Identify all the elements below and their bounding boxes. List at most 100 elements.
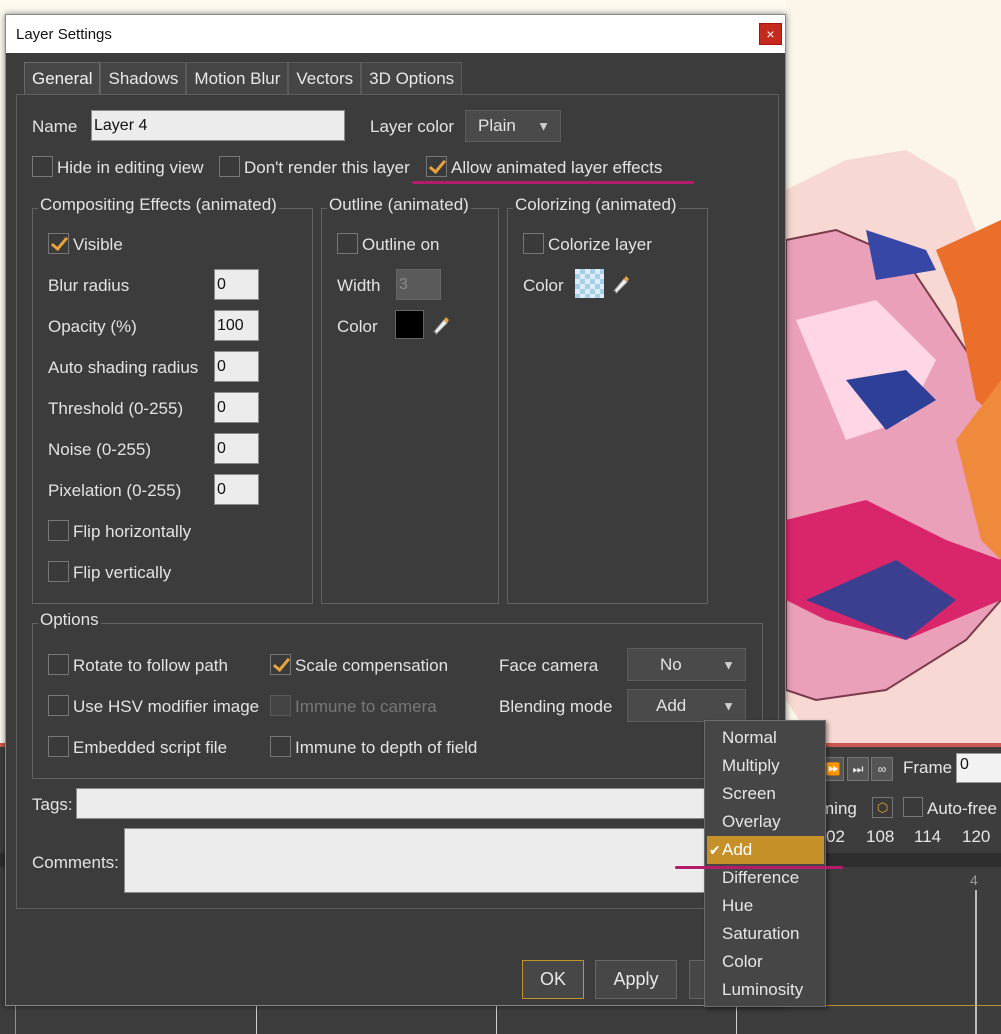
visible-label: Visible bbox=[73, 235, 123, 254]
outline-group: Outline (animated) bbox=[321, 195, 499, 604]
rotate-path-label: Rotate to follow path bbox=[73, 656, 228, 675]
loop-icon[interactable]: ∞ bbox=[871, 757, 893, 781]
frame-label: Frame bbox=[903, 758, 953, 777]
flip-horizontally-label: Flip horizontally bbox=[73, 522, 192, 541]
eyedropper-icon[interactable] bbox=[610, 273, 632, 295]
flip-vertically-checkbox[interactable] bbox=[48, 561, 69, 582]
blending-mode-menu: Normal Multiply Screen Overlay ✔ Add Dif… bbox=[704, 720, 826, 1007]
scale-compensation-label: Scale compensation bbox=[295, 656, 449, 675]
dont-render-checkbox[interactable] bbox=[219, 156, 240, 177]
blending-mode-label: Blending mode bbox=[499, 697, 613, 716]
layer-color-value: Plain bbox=[478, 116, 516, 135]
noise-input[interactable]: 0 bbox=[214, 433, 259, 464]
timing-toggle-icon[interactable]: ⬡ bbox=[872, 797, 893, 818]
ruler-tick: 108 bbox=[866, 827, 895, 846]
layer-settings-dialog: Layer Settings × General Shadows Motion … bbox=[5, 14, 786, 1006]
embedded-script-checkbox[interactable] bbox=[48, 736, 69, 757]
checkmark-icon: ✔ bbox=[709, 841, 721, 858]
menu-item-screen[interactable]: Screen bbox=[705, 780, 825, 808]
hsv-modifier-checkbox[interactable] bbox=[48, 695, 69, 716]
tags-label: Tags: bbox=[32, 795, 73, 814]
ruler-tick: 114 bbox=[914, 827, 942, 846]
apply-button[interactable]: Apply bbox=[595, 960, 677, 999]
tags-input[interactable] bbox=[76, 788, 766, 819]
outline-width-input[interactable]: 3 bbox=[396, 269, 441, 300]
canvas-artwork bbox=[786, 0, 1001, 745]
dont-render-label: Don't render this layer bbox=[244, 158, 410, 177]
embedded-script-label: Embedded script file bbox=[73, 738, 228, 757]
auto-freeze-checkbox[interactable] bbox=[903, 797, 923, 817]
opacity-label: Opacity (%) bbox=[48, 317, 137, 336]
colorize-color-label: Color bbox=[523, 276, 564, 295]
layer-color-label: Layer color bbox=[370, 117, 455, 136]
colorize-layer-checkbox[interactable] bbox=[523, 233, 544, 254]
ruler-tick: 02 bbox=[826, 827, 845, 846]
menu-item-hue[interactable]: Hue bbox=[705, 892, 825, 920]
outline-color-label: Color bbox=[337, 317, 378, 336]
menu-item-multiply[interactable]: Multiply bbox=[705, 752, 825, 780]
layer-color-select[interactable]: Plain ▼ bbox=[465, 110, 561, 142]
layer-marker: 4 bbox=[970, 872, 978, 888]
blur-radius-label: Blur radius bbox=[48, 276, 130, 295]
menu-item-luminosity[interactable]: Luminosity bbox=[705, 976, 825, 1004]
tab-general[interactable]: General bbox=[24, 62, 101, 94]
immune-camera-label: Immune to camera bbox=[295, 697, 437, 716]
outline-title: Outline (animated) bbox=[327, 195, 471, 215]
rotate-path-checkbox[interactable] bbox=[48, 654, 69, 675]
dropdown-arrow-icon: ▼ bbox=[722, 657, 735, 672]
pixelation-input[interactable]: 0 bbox=[214, 474, 259, 505]
pixelation-label: Pixelation (0-255) bbox=[48, 481, 182, 500]
menu-item-saturation[interactable]: Saturation bbox=[705, 920, 825, 948]
auto-shading-input[interactable]: 0 bbox=[214, 351, 259, 382]
threshold-label: Threshold (0-255) bbox=[48, 399, 184, 418]
outline-color-swatch[interactable] bbox=[395, 310, 424, 339]
blending-mode-select[interactable]: Add ▼ bbox=[627, 689, 746, 722]
face-camera-label: Face camera bbox=[499, 656, 599, 675]
step-end-icon[interactable]: ⏭ bbox=[847, 757, 869, 781]
frame-input[interactable]: 0 bbox=[956, 753, 1001, 783]
menu-item-add-label: Add bbox=[722, 840, 753, 859]
immune-dof-label: Immune to depth of field bbox=[295, 738, 478, 757]
auto-shading-label: Auto shading radius bbox=[48, 358, 199, 377]
dialog-titlebar[interactable]: Layer Settings × bbox=[6, 15, 785, 53]
dropdown-arrow-icon: ▼ bbox=[722, 698, 735, 713]
hsv-modifier-label: Use HSV modifier image bbox=[73, 697, 260, 716]
tab-3d-options[interactable]: 3D Options bbox=[361, 62, 463, 94]
scale-compensation-checkbox[interactable] bbox=[270, 654, 291, 675]
outline-on-label: Outline on bbox=[362, 235, 440, 254]
colorize-color-swatch[interactable] bbox=[575, 269, 604, 298]
menu-item-normal[interactable]: Normal bbox=[705, 724, 825, 752]
tab-vectors[interactable]: Vectors bbox=[288, 62, 362, 94]
hide-in-editing-checkbox[interactable] bbox=[32, 156, 53, 177]
outline-on-checkbox[interactable] bbox=[337, 233, 358, 254]
threshold-input[interactable]: 0 bbox=[214, 392, 259, 423]
face-camera-select[interactable]: No ▼ bbox=[627, 648, 746, 681]
dropdown-arrow-icon: ▼ bbox=[537, 118, 550, 134]
menu-item-add[interactable]: ✔ Add bbox=[707, 836, 824, 864]
menu-item-color[interactable]: Color bbox=[705, 948, 825, 976]
ok-button[interactable]: OK bbox=[522, 960, 584, 999]
visible-checkbox[interactable] bbox=[48, 233, 69, 254]
highlight-underline bbox=[675, 866, 843, 869]
compositing-title: Compositing Effects (animated) bbox=[38, 195, 279, 215]
flip-horizontally-checkbox[interactable] bbox=[48, 520, 69, 541]
allow-animated-effects-checkbox[interactable] bbox=[426, 156, 447, 177]
timeline-layer-bar[interactable] bbox=[15, 1005, 1001, 1034]
tab-bar: General Shadows Motion Blur Vectors 3D O… bbox=[24, 62, 463, 94]
eyedropper-icon[interactable] bbox=[430, 314, 452, 336]
tab-motion-blur[interactable]: Motion Blur bbox=[186, 62, 289, 94]
colorizing-title: Colorizing (animated) bbox=[513, 195, 679, 215]
menu-item-overlay[interactable]: Overlay bbox=[705, 808, 825, 836]
name-input[interactable]: Layer 4 bbox=[91, 110, 345, 141]
blur-radius-input[interactable]: 0 bbox=[214, 269, 259, 300]
immune-camera-checkbox[interactable] bbox=[270, 695, 291, 716]
tab-shadows[interactable]: Shadows bbox=[100, 62, 187, 94]
close-button[interactable]: × bbox=[759, 23, 782, 45]
ruler-tick: 120 bbox=[962, 827, 991, 846]
auto-freeze-label: Auto-free bbox=[927, 799, 997, 818]
options-title: Options bbox=[38, 610, 101, 630]
immune-dof-checkbox[interactable] bbox=[270, 736, 291, 757]
comments-input[interactable] bbox=[124, 828, 766, 893]
outline-width-label: Width bbox=[337, 276, 381, 295]
opacity-input[interactable]: 100 bbox=[214, 310, 259, 341]
